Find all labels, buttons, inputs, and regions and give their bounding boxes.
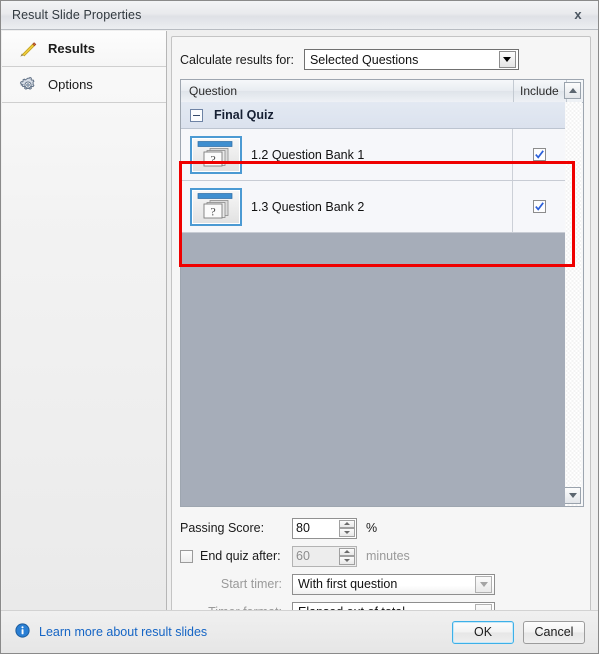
calculate-results-row: Calculate results for: Selected Question… xyxy=(180,49,584,70)
sidebar-item-results[interactable]: Results xyxy=(2,31,166,67)
table-row[interactable]: ? 1.2 Question Bank 1 xyxy=(181,129,565,181)
sidebar-item-label: Options xyxy=(48,77,93,92)
end-quiz-stepper[interactable] xyxy=(292,545,357,567)
end-quiz-checkbox[interactable] xyxy=(180,549,193,563)
column-header-include[interactable]: Include xyxy=(514,80,567,102)
window-title-bar: Result Slide Properties x xyxy=(1,1,598,30)
svg-text:?: ? xyxy=(210,204,215,218)
include-checkbox[interactable] xyxy=(532,148,546,161)
spinner-down-icon[interactable] xyxy=(339,528,355,537)
question-label: 1.3 Question Bank 2 xyxy=(251,199,365,214)
start-timer-row: Start timer: With first question xyxy=(180,571,584,597)
start-timer-dropdown[interactable]: With first question xyxy=(292,573,495,595)
spinner-up-icon[interactable] xyxy=(339,547,355,556)
learn-more-label: Learn more about result slides xyxy=(39,625,208,639)
table-row[interactable]: ? 1.3 Question Bank 2 xyxy=(181,181,565,233)
question-bank-thumbnail: ? xyxy=(181,187,251,226)
question-label: 1.2 Question Bank 1 xyxy=(251,147,365,162)
end-quiz-row: End quiz after: minutes xyxy=(180,543,584,569)
end-quiz-input[interactable] xyxy=(293,546,340,566)
question-list-body: Final Quiz ? 1.2 Question Bank 1 ? 1.3 Q… xyxy=(181,102,565,506)
start-timer-label: Start timer: xyxy=(220,577,282,591)
cancel-button[interactable]: Cancel xyxy=(523,620,585,644)
svg-text:?: ? xyxy=(210,152,215,166)
pencil-icon xyxy=(18,39,38,59)
calculate-results-dropdown[interactable]: Selected Questions xyxy=(303,49,519,70)
chevron-down-icon[interactable] xyxy=(498,51,516,68)
result-slide-properties-dialog: Result Slide Properties x Results Option… xyxy=(0,0,599,654)
question-list: Question Include Final Quiz ? 1.2 Questi… xyxy=(180,79,584,507)
start-timer-value: With first question xyxy=(298,577,398,591)
tree-group-final-quiz[interactable]: Final Quiz xyxy=(181,102,565,129)
passing-score-label: Passing Score: xyxy=(180,521,265,535)
vertical-scrollbar-track[interactable] xyxy=(564,102,582,506)
include-cell xyxy=(512,181,565,232)
end-quiz-unit: minutes xyxy=(366,549,410,563)
question-bank-icon: ? xyxy=(193,190,239,223)
include-checkbox[interactable] xyxy=(532,200,546,213)
question-bank-thumbnail: ? xyxy=(181,135,251,174)
end-quiz-label: End quiz after: xyxy=(200,549,281,563)
dialog-footer: Learn more about result slides OK Cancel xyxy=(1,610,598,653)
passing-score-stepper[interactable] xyxy=(292,517,357,539)
question-list-header: Question Include xyxy=(181,80,583,103)
ok-button[interactable]: OK xyxy=(452,620,514,644)
results-panel: Calculate results for: Selected Question… xyxy=(171,36,591,623)
spinner-up-icon[interactable] xyxy=(339,519,355,528)
scroll-up-button[interactable] xyxy=(564,82,581,99)
collapse-icon[interactable] xyxy=(190,108,203,122)
dialog-buttons: OK Cancel xyxy=(452,620,585,644)
sidebar-item-label: Results xyxy=(48,41,95,56)
learn-more-link[interactable]: Learn more about result slides xyxy=(15,623,207,641)
include-cell xyxy=(512,129,565,180)
calculate-results-value: Selected Questions xyxy=(309,52,419,67)
window-title: Result Slide Properties xyxy=(12,8,142,22)
column-header-question[interactable]: Question xyxy=(181,80,514,102)
end-quiz-label-group: End quiz after: xyxy=(180,549,292,563)
question-bank-icon: ? xyxy=(193,138,239,171)
sidebar-item-options[interactable]: Options xyxy=(2,67,166,103)
tree-group-label: Final Quiz xyxy=(214,108,274,122)
passing-score-row: Passing Score: % xyxy=(180,515,584,541)
info-icon xyxy=(15,623,30,641)
scroll-down-button[interactable] xyxy=(564,487,581,504)
dialog-body: Results Options Calculate results for: S… xyxy=(1,30,598,653)
spinner-down-icon[interactable] xyxy=(339,556,355,565)
passing-score-input[interactable] xyxy=(293,518,340,538)
close-icon[interactable]: x xyxy=(560,2,596,26)
calculate-results-label: Calculate results for: xyxy=(180,52,294,67)
sidebar: Results Options xyxy=(2,31,167,615)
chevron-down-icon[interactable] xyxy=(475,575,492,593)
gear-icon xyxy=(18,75,38,95)
passing-score-unit: % xyxy=(366,521,378,535)
